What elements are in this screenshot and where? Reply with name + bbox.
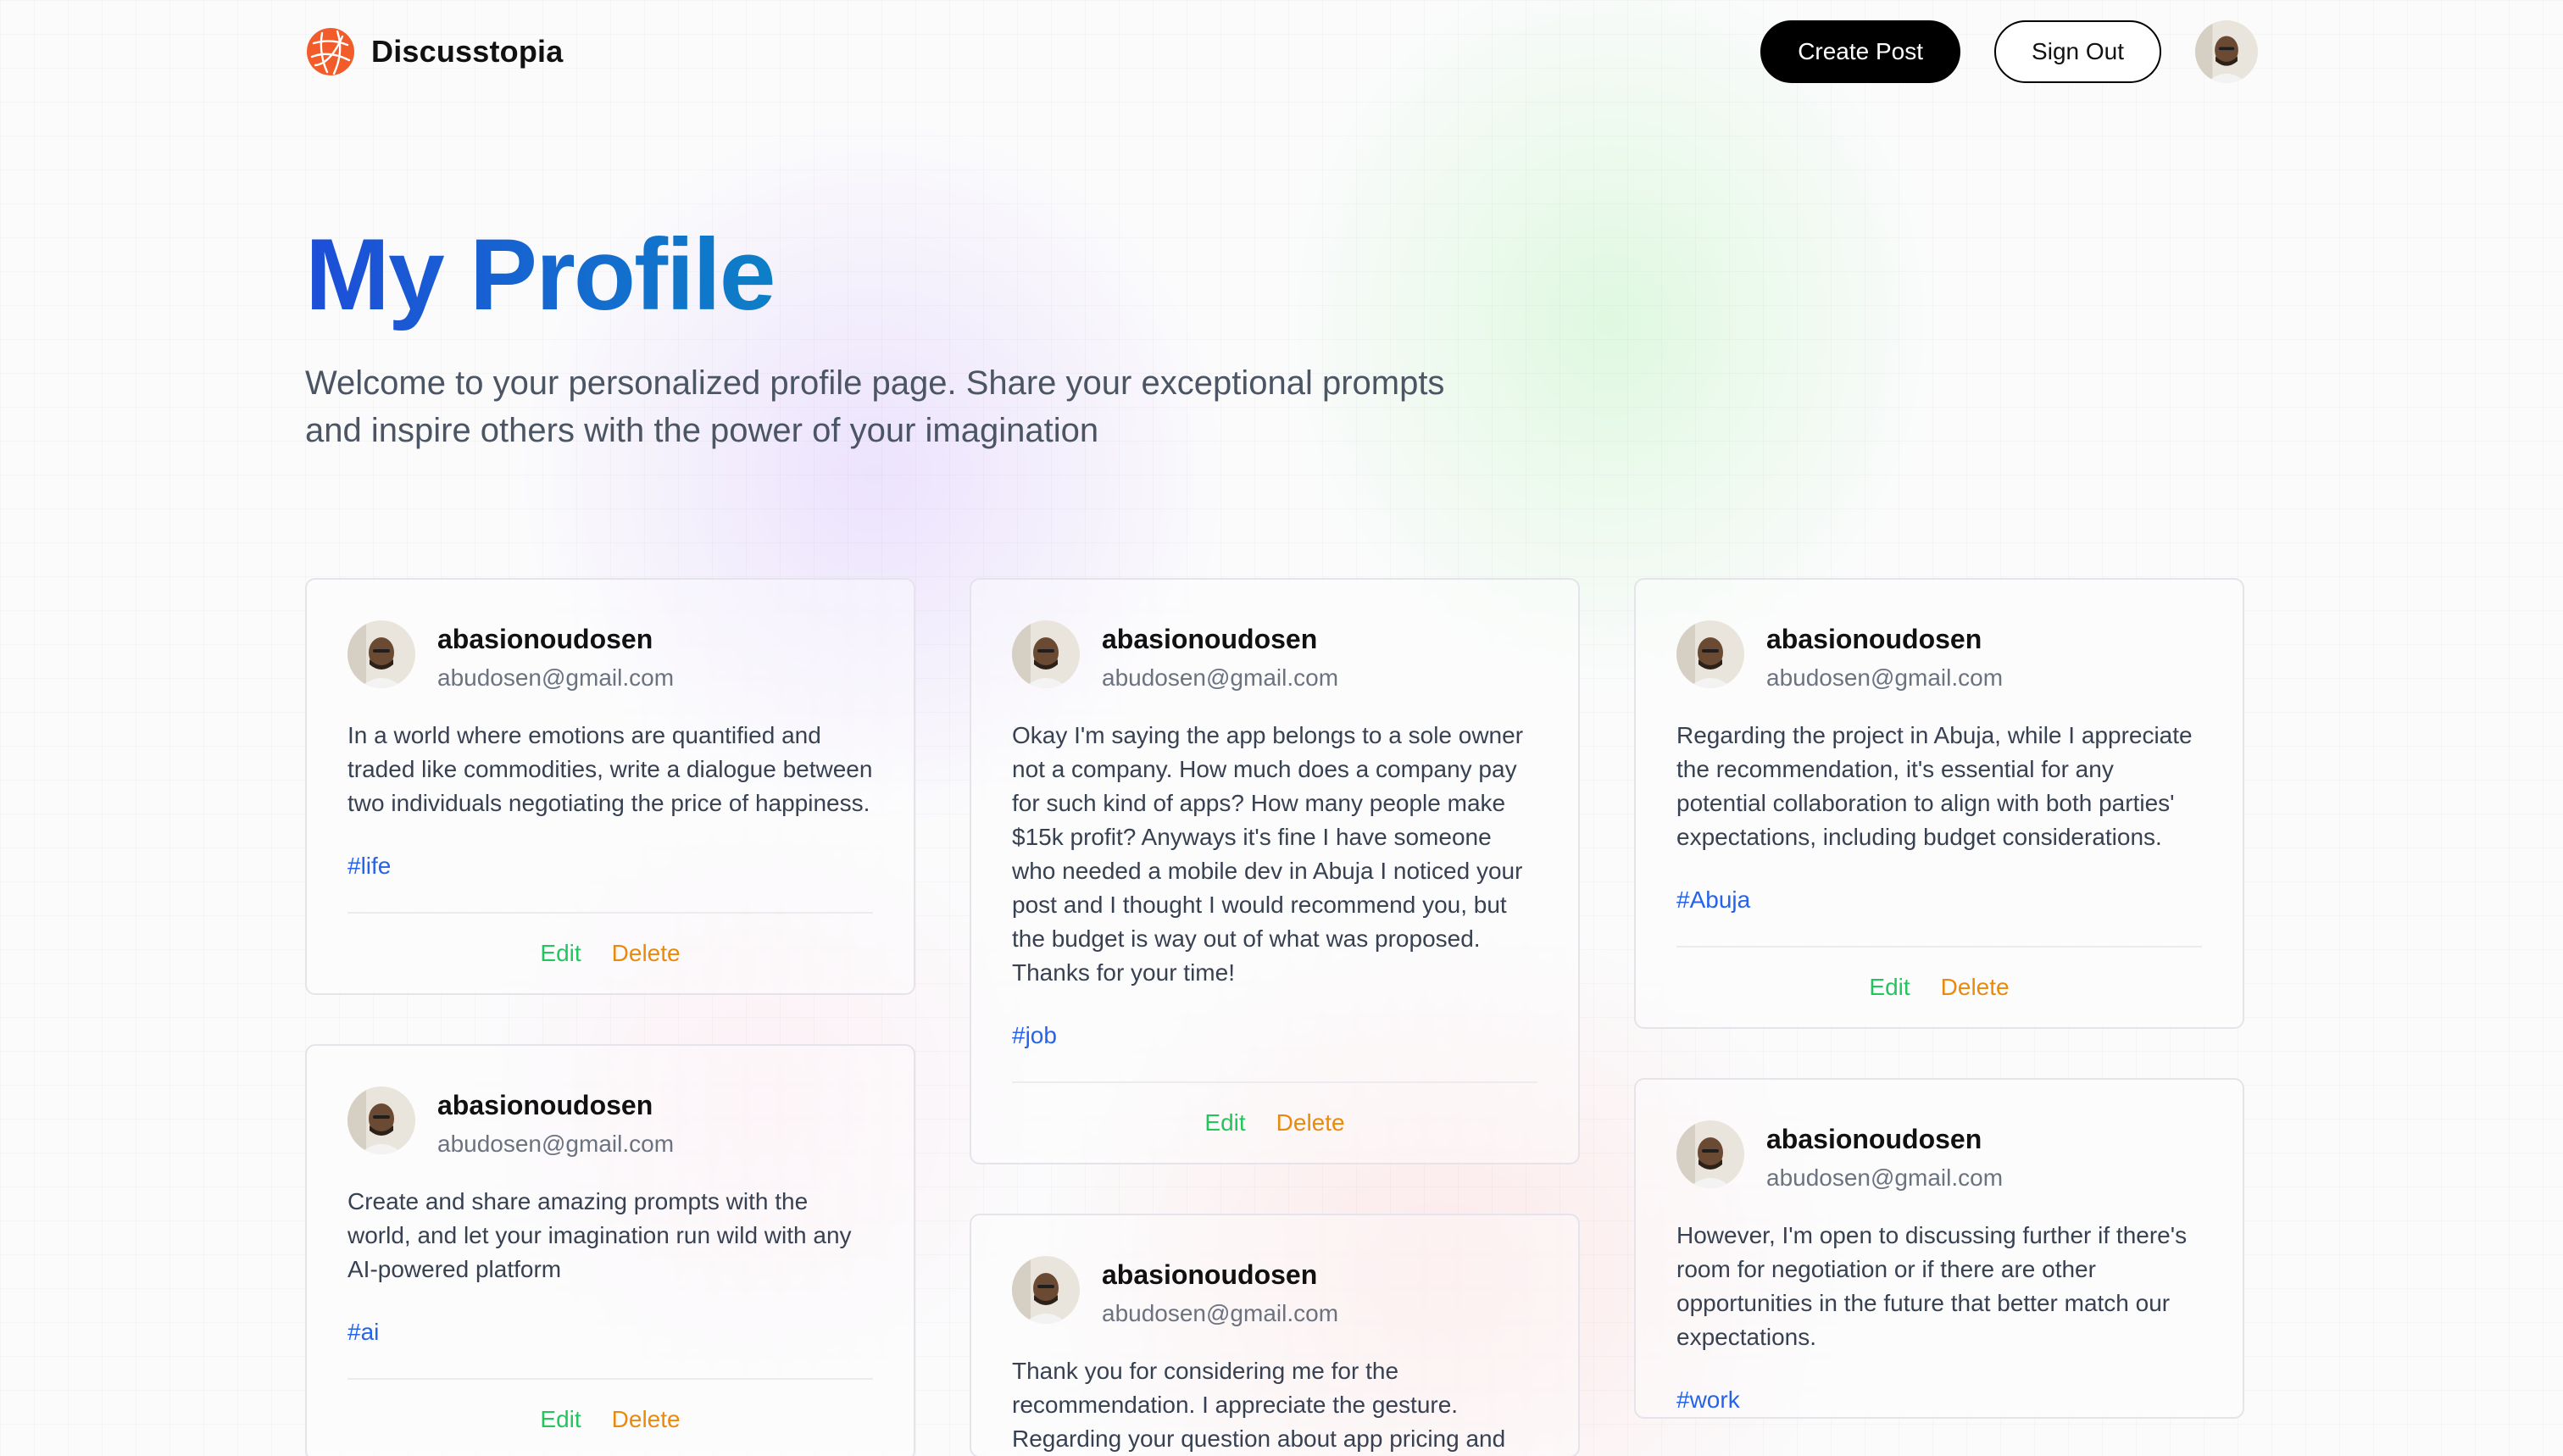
author-email: abudosen@gmail.com (437, 1131, 675, 1157)
delete-button[interactable]: Delete (612, 1406, 681, 1433)
user-avatar-icon (347, 1086, 415, 1154)
author-avatar (1012, 620, 1080, 688)
page-description: Welcome to your personalized profile pag… (305, 364, 1445, 449)
author-email: abudosen@gmail.com (1102, 1300, 1339, 1326)
post-tag[interactable]: #life (347, 849, 873, 883)
post-tag[interactable]: #work (1676, 1383, 2202, 1417)
post-author[interactable]: abasionoudosen abudosen@gmail.com (1676, 620, 2202, 695)
discusstopia-logo-icon (307, 28, 354, 75)
edit-button[interactable]: Edit (1204, 1109, 1245, 1136)
author-username: abasionoudosen (1766, 624, 1982, 654)
user-avatar-icon (1676, 1120, 1744, 1188)
post-author[interactable]: abasionoudosen abudosen@gmail.com (1012, 620, 1537, 695)
post-tag[interactable]: #Abuja (1676, 883, 2202, 917)
post-tag[interactable]: #ai (347, 1315, 873, 1349)
post-text: Okay I'm saying the app belongs to a sol… (1012, 722, 1524, 986)
post-actions: Edit Delete (347, 912, 873, 993)
author-avatar (1012, 1256, 1080, 1324)
post-author[interactable]: abasionoudosen abudosen@gmail.com (1012, 1256, 1537, 1331)
author-email: abudosen@gmail.com (1102, 664, 1339, 691)
brand-name: Discusstopia (371, 34, 564, 69)
page-title: My Profile (305, 218, 776, 331)
post-text: However, I'm open to discussing further … (1676, 1222, 2188, 1350)
nav-actions: Create Post Sign Out (1760, 20, 2258, 83)
author-username: abasionoudosen (437, 1090, 653, 1120)
author-avatar (347, 1086, 415, 1154)
user-avatar-icon (1012, 1256, 1080, 1324)
profile-avatar[interactable] (2195, 20, 2258, 83)
author-username: abasionoudosen (1766, 1124, 1982, 1154)
top-nav: Discusstopia Create Post Sign Out (305, 19, 2258, 85)
post-card: abasionoudosen abudosen@gmail.com In a w… (305, 578, 915, 995)
edit-button[interactable]: Edit (1869, 974, 1910, 1001)
profile-page: Discusstopia Create Post Sign Out My Pro… (0, 0, 2563, 1456)
user-avatar-icon (347, 620, 415, 688)
brand-link[interactable]: Discusstopia (305, 26, 563, 77)
edit-button[interactable]: Edit (540, 1406, 581, 1433)
sign-out-button[interactable]: Sign Out (1994, 20, 2161, 83)
post-text: Thank you for considering me for the rec… (1012, 1358, 1506, 1452)
post-actions: Edit Delete (347, 1378, 873, 1456)
author-username: abasionoudosen (1102, 1259, 1318, 1290)
post-card: abasionoudosen abudosen@gmail.com Regard… (1634, 578, 2244, 1029)
author-avatar (1676, 1120, 1744, 1188)
post-card: abasionoudosen abudosen@gmail.com Create… (305, 1044, 915, 1456)
post-text: Regarding the project in Abuja, while I … (1676, 722, 2193, 850)
author-email: abudosen@gmail.com (1766, 664, 2004, 691)
post-actions: Edit Delete (1676, 946, 2202, 1027)
author-email: abudosen@gmail.com (437, 664, 675, 691)
user-avatar-icon (2195, 20, 2258, 83)
post-author[interactable]: abasionoudosen abudosen@gmail.com (1676, 1120, 2202, 1195)
user-avatar-icon (1012, 620, 1080, 688)
user-avatar-icon (1676, 620, 1744, 688)
delete-button[interactable]: Delete (612, 940, 681, 967)
author-avatar (1676, 620, 1744, 688)
author-avatar (347, 620, 415, 688)
post-text: Create and share amazing prompts with th… (347, 1188, 852, 1282)
post-tag[interactable]: #job (1012, 1019, 1537, 1053)
edit-button[interactable]: Edit (540, 940, 581, 967)
post-author[interactable]: abasionoudosen abudosen@gmail.com (347, 620, 873, 695)
post-author[interactable]: abasionoudosen abudosen@gmail.com (347, 1086, 873, 1161)
delete-button[interactable]: Delete (1941, 974, 2010, 1001)
author-email: abudosen@gmail.com (1766, 1164, 2004, 1191)
create-post-button[interactable]: Create Post (1760, 20, 1961, 83)
author-username: abasionoudosen (1102, 624, 1318, 654)
post-text: In a world where emotions are quantified… (347, 722, 873, 816)
post-card: abasionoudosen abudosen@gmail.com Howeve… (1634, 1078, 2244, 1419)
post-card: abasionoudosen abudosen@gmail.com Thank … (970, 1214, 1580, 1456)
delete-button[interactable]: Delete (1276, 1109, 1345, 1136)
post-actions: Edit Delete (1012, 1081, 1537, 1163)
author-username: abasionoudosen (437, 624, 653, 654)
post-card: abasionoudosen abudosen@gmail.com Okay I… (970, 578, 1580, 1164)
